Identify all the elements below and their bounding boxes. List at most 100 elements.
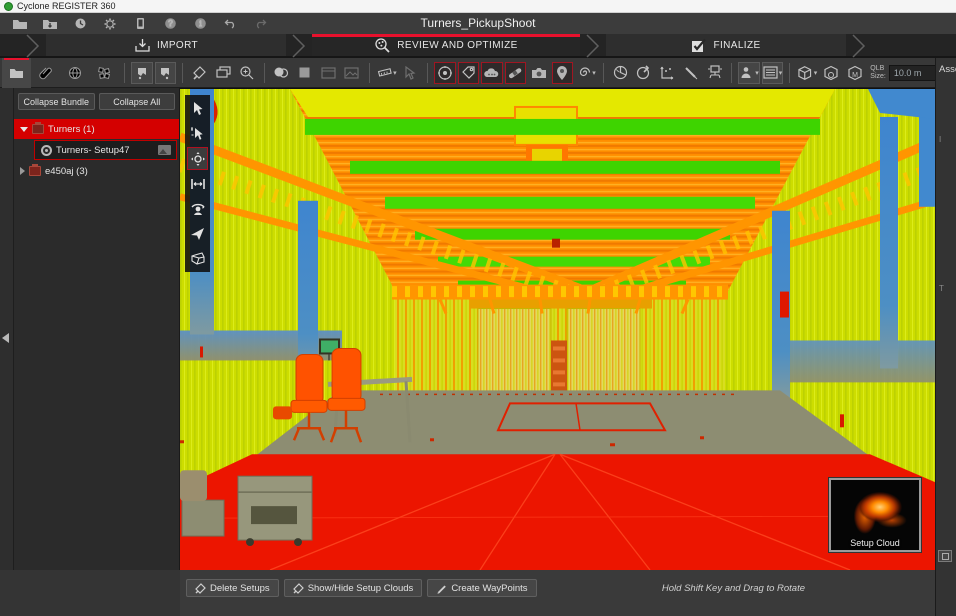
sphere-view-icon[interactable] — [610, 62, 632, 84]
link-bandaid-icon[interactable] — [504, 61, 527, 84]
fill-selection-icon[interactable] — [294, 62, 316, 84]
caret-right-icon[interactable] — [20, 167, 25, 175]
tree-item-setup47[interactable]: Turners- Setup47 — [34, 140, 177, 160]
swirl-visual-icon[interactable]: ▾ — [575, 62, 597, 84]
qlb-label: QLB — [870, 64, 885, 72]
frame-image-icon[interactable] — [341, 62, 363, 84]
main-menubar: ? i Turners_PickupShoot — [0, 13, 956, 34]
tab-review-label: REVIEW AND OPTIMIZE — [397, 39, 518, 51]
select-cursor-icon[interactable] — [187, 97, 208, 120]
truslicer-icon[interactable] — [704, 62, 726, 84]
fly-navigation-icon[interactable] — [187, 222, 208, 245]
eraser-icon — [195, 582, 206, 594]
review-magnifier-icon — [375, 37, 390, 53]
finalize-checkbox-icon — [692, 38, 707, 52]
viewport-tool-palette — [185, 95, 210, 272]
cube-model-icon[interactable]: M — [844, 62, 866, 84]
sphere-pin-icon[interactable] — [633, 62, 655, 84]
qlb-size-input[interactable] — [888, 64, 941, 81]
collapse-panel-arrow-icon[interactable] — [2, 333, 9, 343]
panel-expand-button[interactable] — [938, 550, 952, 562]
caret-down-icon[interactable] — [20, 126, 28, 132]
camera-icon[interactable] — [528, 62, 550, 84]
viewport-bottombar: Delete Setups Show/Hide Setup Clouds Cre… — [180, 570, 935, 616]
waypoint-pin-icon[interactable] — [551, 61, 574, 84]
setup-target-icon — [41, 144, 52, 156]
assets-panel-collapsed[interactable]: Assets I T — [935, 58, 956, 616]
workflow-right-pad — [872, 34, 956, 56]
frame-select-icon[interactable] — [318, 62, 340, 84]
app-window: Cyclone REGISTER 360 ? i Turners_PickupS… — [0, 0, 956, 616]
tree-item-bundle-turners[interactable]: Turners (1) — [14, 119, 179, 139]
collapse-all-button[interactable]: Collapse All — [98, 93, 175, 110]
tree-item-label: e450aj (3) — [45, 165, 88, 177]
workflow-chevron-icon — [846, 34, 872, 58]
tree-item-label: Turners (1) — [48, 123, 95, 135]
svg-text:M: M — [852, 72, 858, 79]
cube-orbit-icon[interactable] — [820, 62, 842, 84]
window-title: Cyclone REGISTER 360 — [17, 1, 116, 11]
setup-tree: Turners (1) Turners- Setup47 e450aj (3) — [14, 119, 179, 181]
window-titlebar: Cyclone REGISTER 360 — [0, 0, 956, 13]
tab-finalize[interactable]: FINALIZE — [606, 34, 846, 56]
tab-import-label: IMPORT — [156, 39, 199, 51]
tree-item-bundle-e450aj[interactable]: e450aj (3) — [14, 161, 179, 181]
pen-line-icon[interactable] — [680, 62, 702, 84]
measure-ruler-icon[interactable]: ▾ — [376, 62, 398, 84]
tab-project-panel[interactable] — [2, 57, 32, 88]
tab-import[interactable]: IMPORT — [46, 34, 286, 56]
tree-item-label: Turners- Setup47 — [56, 144, 130, 156]
create-waypoints-button[interactable]: Create WayPoints — [427, 579, 537, 597]
bundle-icon — [32, 122, 44, 134]
pencil-icon — [437, 585, 447, 594]
bundle-icon — [29, 164, 41, 176]
tab-review-and-optimize[interactable]: REVIEW AND OPTIMIZE — [312, 34, 580, 56]
project-title: Turners_PickupShoot — [420, 16, 536, 30]
tag-icon[interactable] — [457, 61, 480, 84]
workflow-band: IMPORT REVIEW AND OPTIMIZE FINALIZE — [0, 34, 956, 58]
main-toolbar: ▾ ▾ ▾ ▾ ▾ M QLB Size: — [0, 57, 956, 88]
bottom-left-filler — [0, 570, 180, 616]
tab-cluster-panel[interactable] — [90, 58, 119, 88]
workflow-left-pad — [0, 34, 20, 56]
show-hide-setup-clouds-button[interactable]: Show/Hide Setup Clouds — [283, 579, 423, 597]
eraser-icon — [292, 582, 304, 594]
workflow-chevron-icon — [286, 34, 312, 58]
setup-cloud-thumbnail[interactable]: Setup Cloud — [829, 478, 921, 552]
split-cloud-a-icon[interactable] — [131, 61, 153, 84]
tab-sphere-panel[interactable] — [61, 58, 90, 88]
setup-cloud-label: Setup Cloud — [850, 538, 900, 548]
delete-setups-button[interactable]: Delete Setups — [186, 579, 279, 597]
panel-partial-letter: T — [939, 284, 944, 293]
zoom-window-icon[interactable] — [236, 62, 258, 84]
cube-view-icon[interactable] — [187, 247, 208, 270]
left-collapse-strip — [0, 88, 14, 616]
person-pano-icon[interactable]: ▾ — [738, 61, 760, 84]
cascade-windows-icon[interactable] — [213, 62, 235, 84]
split-cloud-b-icon[interactable] — [154, 61, 177, 84]
collapse-bundle-button[interactable]: Collapse Bundle — [18, 93, 95, 110]
assets-panel-title: Assets — [939, 64, 956, 75]
cube-view-icon[interactable]: ▾ — [796, 62, 818, 84]
measure-distance-icon[interactable] — [187, 172, 208, 195]
pointcloud-viewport[interactable]: Setup Cloud — [180, 88, 935, 570]
pick-cursor-icon[interactable] — [187, 122, 208, 145]
workflow-chevron-icon — [20, 34, 46, 58]
import-tray-icon — [135, 38, 150, 52]
overlap-circles-icon[interactable] — [271, 62, 293, 84]
tab-links-panel[interactable] — [31, 58, 60, 88]
list-box-icon[interactable]: ▾ — [761, 61, 784, 84]
panoramic-view-icon[interactable] — [187, 197, 208, 220]
pan-orbit-icon[interactable] — [187, 147, 208, 170]
setup-image-icon[interactable] — [158, 145, 171, 155]
cloud-icon[interactable] — [481, 61, 503, 84]
pointcloud-scene — [180, 89, 935, 570]
tab-finalize-label: FINALIZE — [713, 39, 761, 51]
pick-cursor-icon[interactable] — [400, 62, 422, 84]
axes-adjust-icon[interactable] — [657, 62, 679, 84]
cleanup-knife-icon[interactable] — [189, 62, 211, 84]
panel-partial-letter: I — [939, 135, 942, 144]
rotate-hint-text: Hold Shift Key and Drag to Rotate — [661, 583, 805, 594]
target-icon[interactable] — [434, 61, 456, 84]
workflow-chevron-icon — [580, 34, 606, 58]
